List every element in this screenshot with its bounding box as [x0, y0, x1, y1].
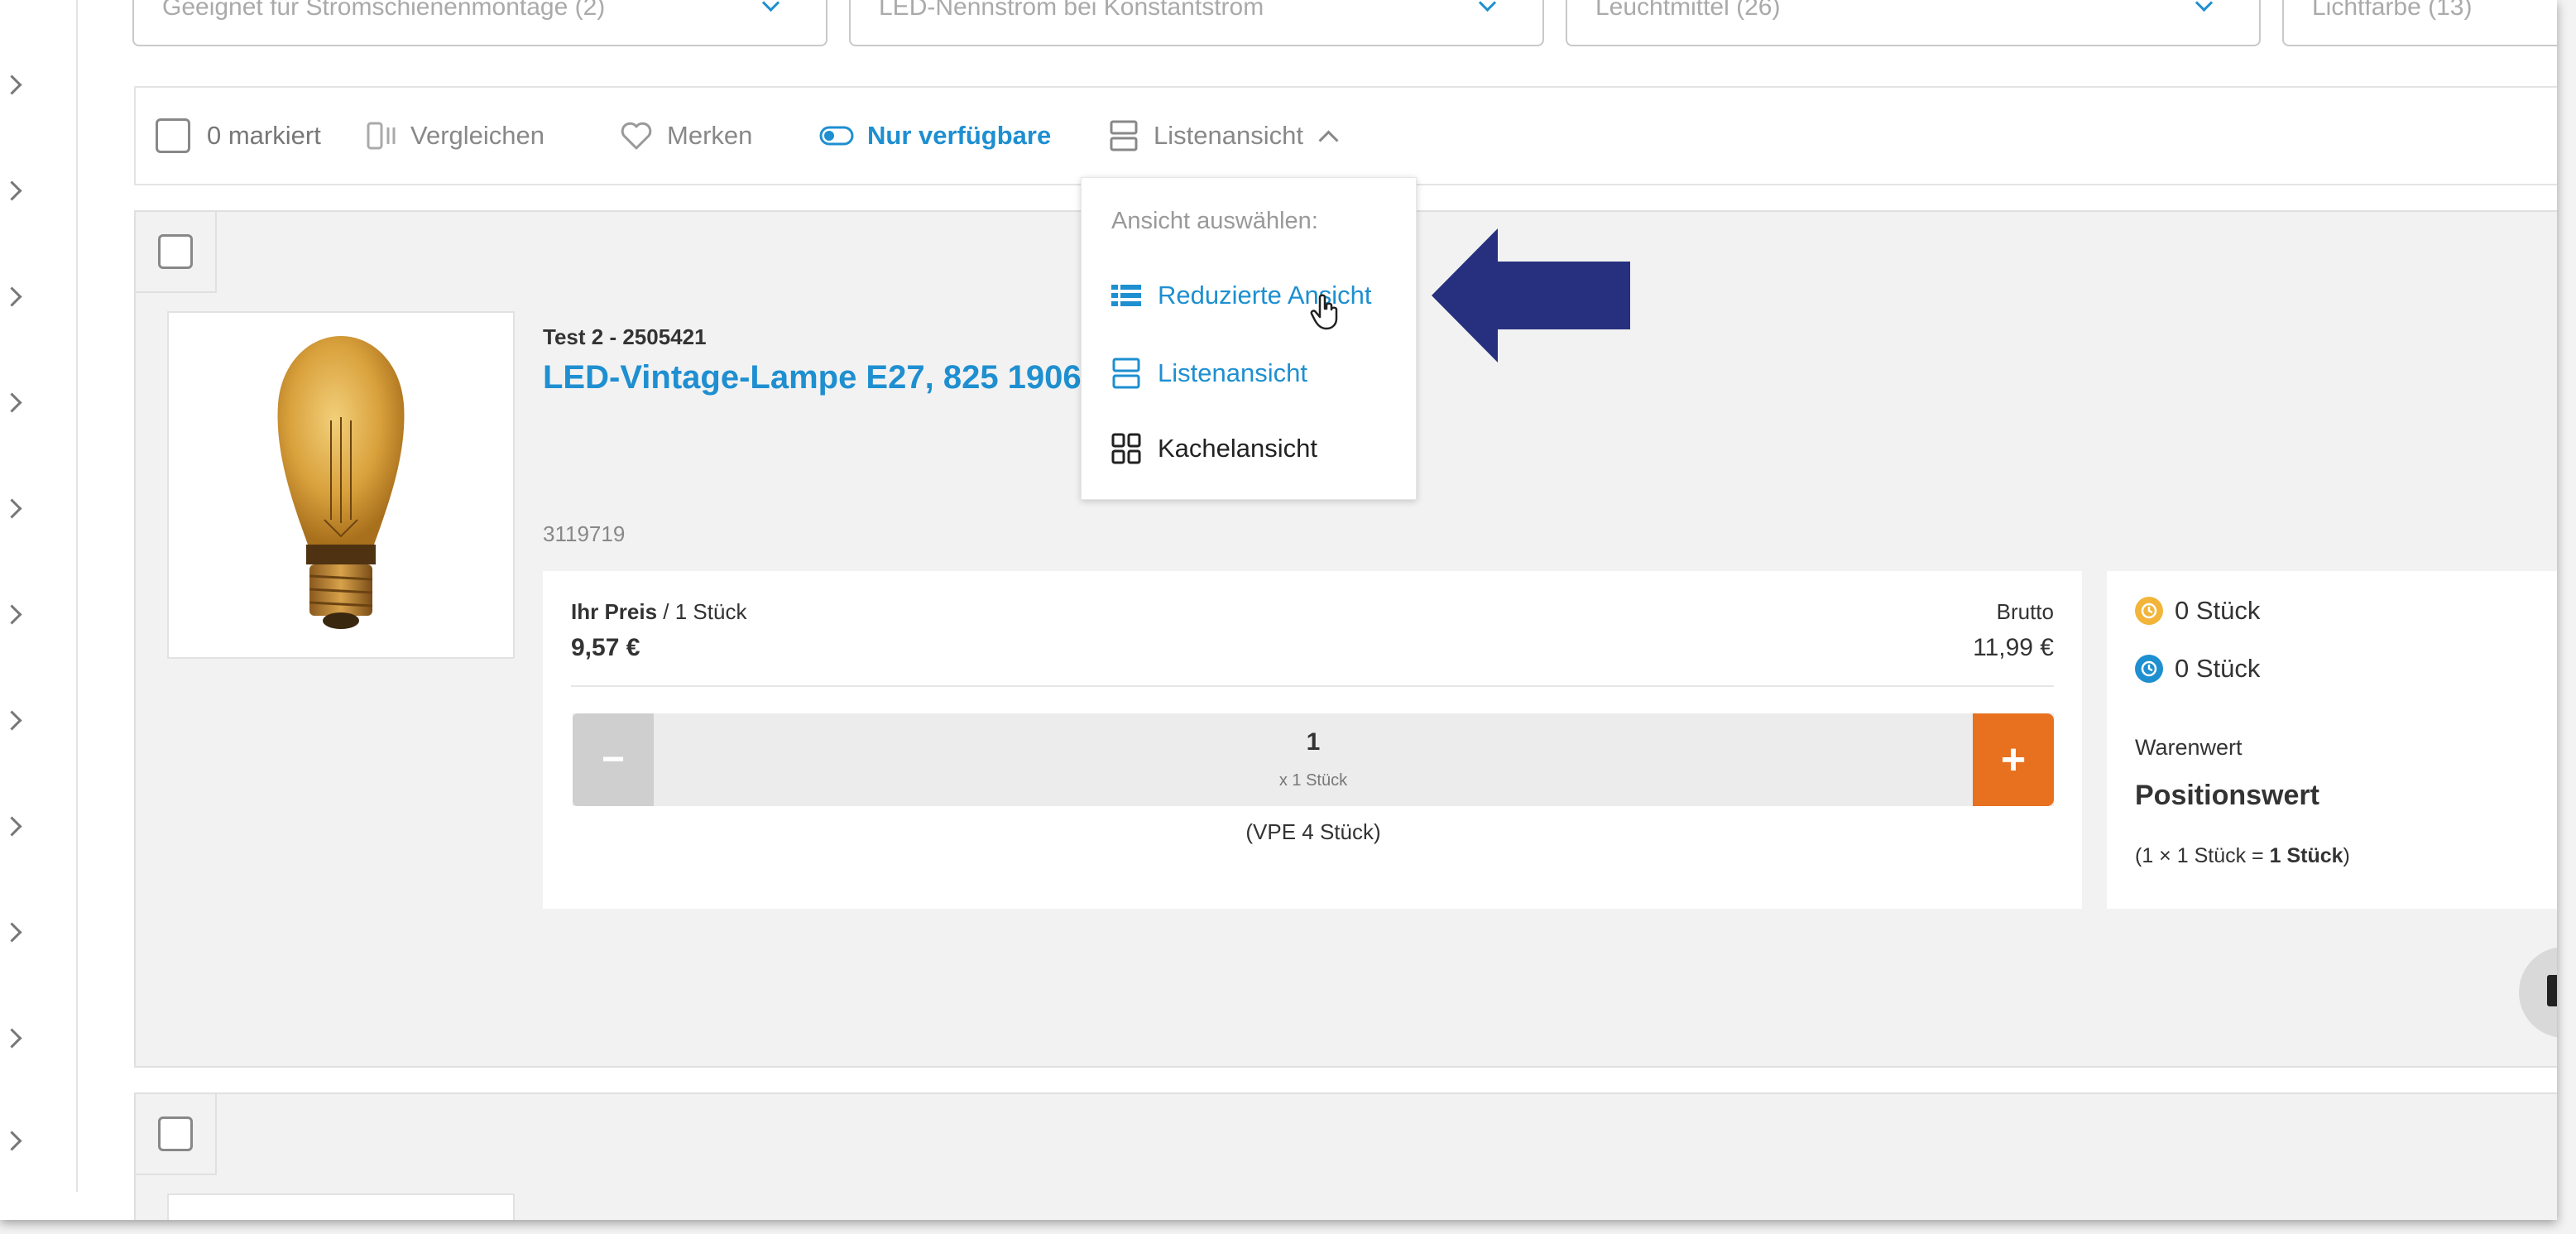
chevron-right-icon[interactable]: [2, 498, 22, 519]
chevron-up-icon: [1318, 129, 1339, 151]
stock-panel: 0 Stück 0 Stück Warenwert Positionswert …: [2107, 571, 2557, 909]
decrease-quantity-button[interactable]: −: [573, 713, 654, 806]
net-price: 9,57 €: [571, 634, 640, 661]
chevron-down-icon: [1478, 0, 1497, 12]
filter-dropdown-track-mounting[interactable]: Geeignet für Stromschienenmontage (2): [132, 0, 827, 46]
position-formula-text: (1 × 1 Stück =: [2135, 844, 2270, 867]
available-only-toggle[interactable]: Nur verfügbare: [819, 88, 1051, 184]
quantity-input[interactable]: 1: [654, 728, 1973, 756]
view-switcher-label: Listenansicht: [1154, 121, 1303, 150]
annotation-arrow-icon: [1432, 228, 1630, 363]
view-dropdown-menu: Ansicht auswählen: Reduzierte Ansicht Li…: [1081, 177, 1417, 500]
stock-blue-value: 0 Stück: [2175, 654, 2261, 683]
chevron-right-icon[interactable]: [2, 392, 22, 413]
position-value-label: Positionswert: [2135, 780, 2319, 811]
chevron-right-icon[interactable]: [2, 286, 22, 307]
compare-button[interactable]: Vergleichen: [366, 88, 544, 184]
gross-price: 11,99 €: [1973, 634, 2054, 661]
compare-label: Vergleichen: [410, 121, 545, 150]
price-unit: / 1 Stück: [663, 599, 747, 624]
mark-all-control[interactable]: 0 markiert: [156, 88, 321, 184]
filter-label: LED-Nennstrom bei Konstantstrom: [879, 0, 1264, 21]
chevron-right-icon[interactable]: [2, 604, 22, 625]
available-only-label: Nur verfügbare: [867, 121, 1052, 150]
chevron-right-icon[interactable]: [2, 922, 22, 943]
increase-quantity-button[interactable]: +: [1973, 713, 2054, 806]
position-formula-bold: 1 Stück: [2269, 844, 2343, 867]
product-subtitle: Test 2 - 2505421: [543, 324, 707, 349]
remember-label: Merken: [667, 121, 753, 150]
price-label: Ihr Preis: [571, 599, 658, 624]
quantity-unit: x 1 Stück: [1278, 771, 1348, 790]
gross-label: Brutto: [1996, 599, 2054, 624]
tile-view-icon: [1111, 433, 1141, 464]
product-title-link[interactable]: LED-Vintage-Lampe E27, 825 1906: [543, 359, 1082, 396]
filter-label: Geeignet für Stromschienenmontage (2): [162, 0, 606, 21]
clock-yellow-icon: [2135, 597, 2163, 625]
product-select-area: [136, 1094, 217, 1175]
stock-row-blue: 0 Stück: [2135, 654, 2260, 684]
bulb-image: [277, 336, 405, 629]
view-option-tiles[interactable]: Kachelansicht: [1111, 433, 1317, 464]
filter-label: Leuchtmittel (26): [1595, 0, 1781, 21]
toggle-icon: [819, 126, 854, 146]
view-option-label: Listenansicht: [1158, 358, 1307, 387]
view-switcher-button[interactable]: Listenansicht: [1109, 88, 1339, 184]
plus-icon: +: [2000, 736, 2027, 784]
product-card: [134, 1092, 2557, 1220]
list-view-icon: [1112, 358, 1140, 389]
stock-yellow-value: 0 Stück: [2175, 596, 2261, 625]
product-select-area: [136, 212, 217, 293]
cart-fab-button[interactable]: [2519, 947, 2557, 1038]
category-sidebar: [0, 0, 78, 1192]
list-toolbar: 0 markiert Vergleichen Merken Nur verfüg…: [134, 86, 2557, 185]
quantity-stepper: − 1 x 1 Stück +: [573, 713, 2054, 806]
heart-icon: [621, 122, 652, 150]
product-checkbox[interactable]: [158, 1116, 193, 1151]
view-menu-heading: Ansicht auswählen:: [1111, 208, 1318, 234]
view-option-label: Kachelansicht: [1158, 434, 1318, 463]
clock-blue-icon: [2135, 655, 2163, 683]
stock-row-yellow: 0 Stück: [2135, 596, 2260, 626]
chevron-right-icon[interactable]: [2, 74, 22, 95]
cart-icon: [2547, 975, 2557, 1006]
chevron-right-icon[interactable]: [2, 180, 22, 201]
divider: [571, 685, 2054, 687]
app-frame: Geeignet für Stromschienenmontage (2) LE…: [0, 0, 2557, 1220]
position-formula: (1 × 1 Stück = 1 Stück): [2135, 844, 2350, 868]
chevron-down-icon: [2195, 0, 2214, 12]
product-checkbox[interactable]: [158, 234, 193, 269]
chevron-right-icon[interactable]: [2, 1028, 22, 1049]
filter-label: Lichtfarbe (13): [2312, 0, 2473, 21]
select-all-checkbox[interactable]: [156, 118, 190, 153]
filter-dropdown-lamp[interactable]: Leuchtmittel (26): [1566, 0, 2261, 46]
list-view-icon: [1110, 120, 1138, 151]
filter-dropdown-light-color[interactable]: Lichtfarbe (13): [2282, 0, 2557, 46]
marked-count-label: 0 markiert: [207, 121, 321, 150]
price-header: Ihr Preis / 1 Stück: [571, 599, 746, 625]
chevron-right-icon[interactable]: [2, 710, 22, 731]
compare-icon: [367, 122, 396, 150]
view-option-list[interactable]: Listenansicht: [1111, 357, 1307, 390]
chevron-right-icon[interactable]: [2, 1131, 22, 1151]
filter-dropdown-led-current[interactable]: LED-Nennstrom bei Konstantstrom: [849, 0, 1544, 46]
price-panel: Ihr Preis / 1 Stück 9,57 € Brutto 11,99 …: [543, 571, 2082, 909]
product-image[interactable]: [167, 1193, 515, 1220]
chevron-down-icon: [761, 0, 780, 12]
article-number: 3119719: [543, 521, 626, 546]
hand-cursor-icon: [1310, 294, 1338, 330]
product-image[interactable]: [167, 311, 515, 659]
remember-button[interactable]: Merken: [619, 88, 752, 184]
chevron-right-icon[interactable]: [2, 816, 22, 837]
filter-bar: Geeignet für Stromschienenmontage (2) LE…: [132, 0, 2557, 46]
reduced-view-icon: [1111, 285, 1141, 306]
packaging-unit: (VPE 4 Stück): [1245, 819, 1381, 844]
goods-value-label: Warenwert: [2135, 735, 2243, 760]
position-formula-end: ): [2343, 844, 2350, 867]
minus-icon: −: [601, 737, 626, 781]
